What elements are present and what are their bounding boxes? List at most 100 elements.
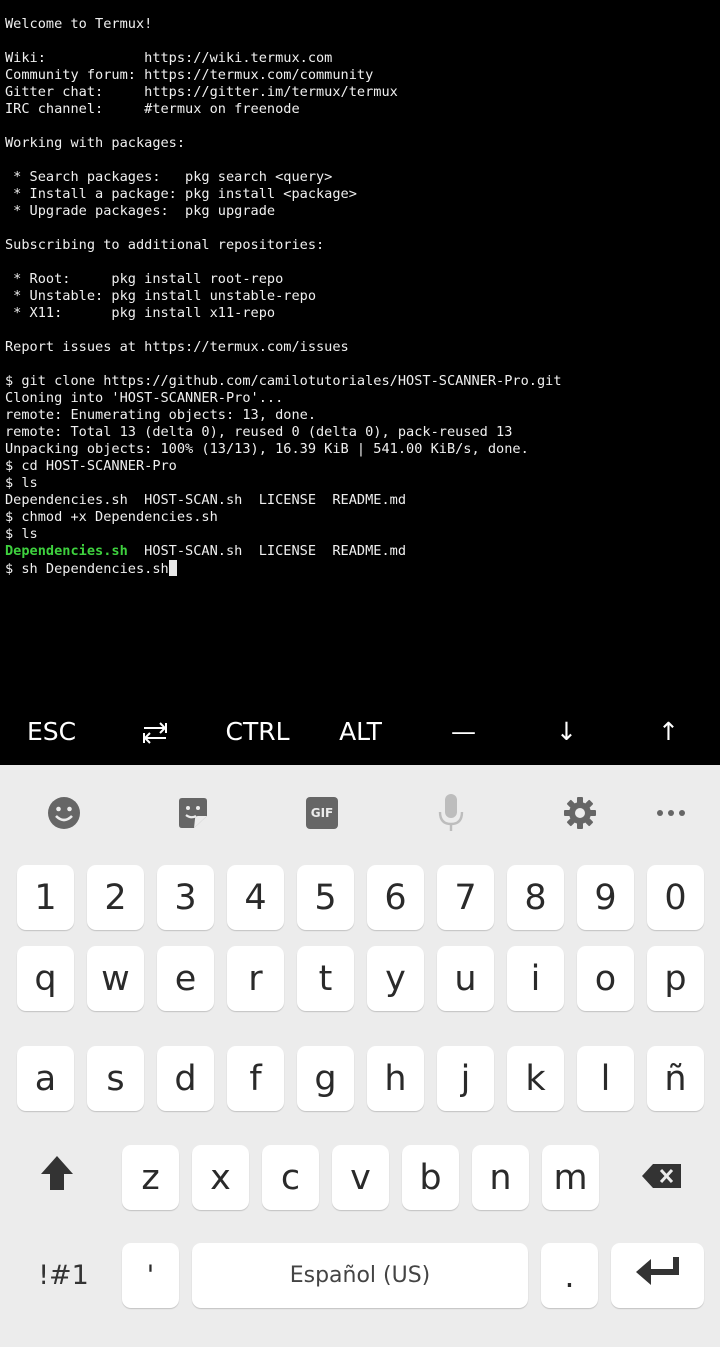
key-9[interactable]: 9 <box>577 865 634 930</box>
key-o[interactable]: o <box>577 946 634 1011</box>
key-u[interactable]: u <box>437 946 494 1011</box>
terminal-line: Dependencies.sh HOST-SCAN.sh LICENSE REA… <box>5 492 407 508</box>
key-x[interactable]: x <box>192 1145 249 1210</box>
file-list: HOST-SCAN.sh LICENSE README.md <box>127 543 407 559</box>
symbols-key[interactable]: !#1 <box>17 1243 110 1308</box>
terminal-line: * Install a package: pkg install <packag… <box>5 186 357 202</box>
executable-file-name: Dependencies.sh <box>5 543 128 559</box>
key-e[interactable]: e <box>157 946 214 1011</box>
key-4[interactable]: 4 <box>227 865 284 930</box>
key-d[interactable]: d <box>157 1046 214 1111</box>
terminal-line: IRC channel: #termux on freenode <box>5 101 300 117</box>
key-5[interactable]: 5 <box>297 865 354 930</box>
settings-gear-icon[interactable] <box>558 791 602 835</box>
key-g[interactable]: g <box>297 1046 354 1111</box>
key-6[interactable]: 6 <box>367 865 424 930</box>
tab-arrows-icon <box>141 717 169 746</box>
key-f[interactable]: f <box>227 1046 284 1111</box>
key-1[interactable]: 1 <box>17 865 74 930</box>
terminal-line: remote: Total 13 (delta 0), reused 0 (de… <box>5 424 513 440</box>
terminal-output: Welcome to Termux! Wiki: https://wiki.ter… <box>5 16 562 577</box>
key-n-tilde[interactable]: ñ <box>647 1046 704 1111</box>
apostrophe-key[interactable]: ' <box>122 1243 179 1308</box>
key-m[interactable]: m <box>542 1145 599 1210</box>
terminal-line: Unpacking objects: 100% (13/13), 16.39 K… <box>5 441 529 457</box>
key-c[interactable]: c <box>262 1145 319 1210</box>
space-bar[interactable]: Español (US) <box>192 1243 528 1308</box>
dash-key[interactable]: — <box>412 712 515 752</box>
key-z[interactable]: z <box>122 1145 179 1210</box>
key-k[interactable]: k <box>507 1046 564 1111</box>
shift-key[interactable] <box>17 1145 97 1210</box>
terminal-line: * Search packages: pkg search <query> <box>5 169 333 185</box>
key-0[interactable]: 0 <box>647 865 704 930</box>
key-3[interactable]: 3 <box>157 865 214 930</box>
gif-icon[interactable]: GIF <box>300 791 344 835</box>
key-s[interactable]: s <box>87 1046 144 1111</box>
key-7[interactable]: 7 <box>437 865 494 930</box>
ctrl-key[interactable]: CTRL <box>206 712 309 752</box>
key-8[interactable]: 8 <box>507 865 564 930</box>
backspace-key[interactable] <box>622 1145 702 1210</box>
key-q[interactable]: q <box>17 946 74 1011</box>
backspace-icon <box>641 1158 683 1198</box>
terminal-line: $ chmod +x Dependencies.sh <box>5 509 218 525</box>
key-h[interactable]: h <box>367 1046 424 1111</box>
emoji-icon[interactable] <box>42 791 86 835</box>
enter-arrow-icon <box>635 1255 681 1296</box>
esc-key[interactable]: ESC <box>0 712 103 752</box>
key-l[interactable]: l <box>577 1046 634 1111</box>
terminal-line: Cloning into 'HOST-SCANNER-Pro'... <box>5 390 284 406</box>
terminal-line: $ ls <box>5 475 38 491</box>
extra-keys-bar: ESC CTRL ALT — ↓ ↑ <box>0 712 720 765</box>
sticker-icon[interactable] <box>171 791 215 835</box>
terminal-line: Wiki: https://wiki.termux.com <box>5 50 333 66</box>
soft-keyboard: GIF 1234567890 qwertyuiop asdfghjklñ zxc… <box>0 765 720 1347</box>
period-key[interactable]: . <box>541 1243 598 1308</box>
key-i[interactable]: i <box>507 946 564 1011</box>
tab-key[interactable] <box>103 712 206 752</box>
terminal-line: Dependencies.sh HOST-SCAN.sh LICENSE REA… <box>5 543 562 560</box>
down-arrow-key[interactable]: ↓ <box>515 712 618 752</box>
current-prompt-line[interactable]: $ sh Dependencies.sh <box>5 560 562 577</box>
microphone-icon[interactable] <box>429 791 473 835</box>
key-p[interactable]: p <box>647 946 704 1011</box>
terminal-line: remote: Enumerating objects: 13, done. <box>5 407 316 423</box>
key-r[interactable]: r <box>227 946 284 1011</box>
key-b[interactable]: b <box>402 1145 459 1210</box>
terminal-line: * X11: pkg install x11-repo <box>5 305 276 321</box>
terminal-line: * Root: pkg install root-repo <box>5 271 284 287</box>
key-a[interactable]: a <box>17 1046 74 1111</box>
key-n[interactable]: n <box>472 1145 529 1210</box>
key-v[interactable]: v <box>332 1145 389 1210</box>
terminal-line: $ git clone https://github.com/camilotut… <box>5 373 562 389</box>
terminal-line: Gitter chat: https://gitter.im/termux/te… <box>5 84 398 100</box>
up-arrow-key[interactable]: ↑ <box>617 712 720 752</box>
key-y[interactable]: y <box>367 946 424 1011</box>
shift-arrow-icon <box>40 1155 74 1200</box>
prompt-input-text: $ sh Dependencies.sh <box>5 561 169 577</box>
key-t[interactable]: t <box>297 946 354 1011</box>
terminal-line: Report issues at https://termux.com/issu… <box>5 339 349 355</box>
text-cursor <box>168 560 177 576</box>
gif-label: GIF <box>306 797 338 829</box>
terminal-line: Community forum: https://termux.com/comm… <box>5 67 374 83</box>
key-w[interactable]: w <box>87 946 144 1011</box>
terminal-line: Welcome to Termux! <box>5 16 153 32</box>
more-icon[interactable] <box>649 791 693 835</box>
key-2[interactable]: 2 <box>87 865 144 930</box>
terminal-line: $ cd HOST-SCANNER-Pro <box>5 458 177 474</box>
alt-key[interactable]: ALT <box>309 712 412 752</box>
terminal-screen[interactable]: Welcome to Termux! Wiki: https://wiki.ter… <box>0 0 720 712</box>
terminal-line: $ ls <box>5 526 38 542</box>
enter-key[interactable] <box>611 1243 704 1308</box>
terminal-line: Working with packages: <box>5 135 186 151</box>
key-j[interactable]: j <box>437 1046 494 1111</box>
